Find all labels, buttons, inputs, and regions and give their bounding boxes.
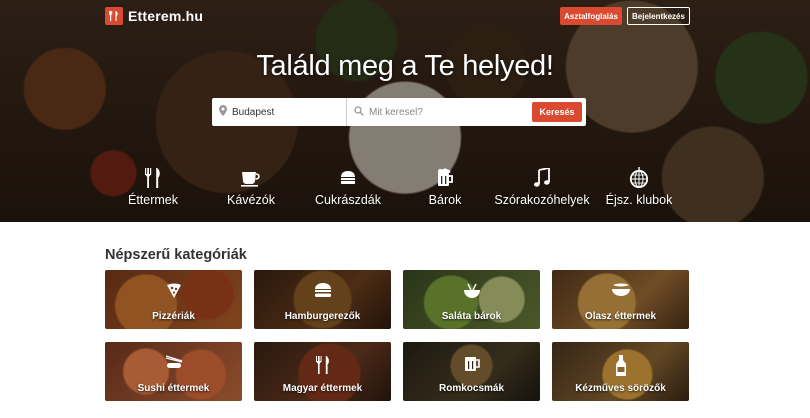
cake-icon (339, 166, 357, 190)
tile-sushi-restaurants[interactable]: Sushi éttermek (105, 342, 242, 401)
location-pin-icon (219, 103, 227, 121)
music-note-icon (533, 166, 551, 190)
category-label: Éttermek (127, 193, 178, 207)
category-bars[interactable]: Bárok (428, 166, 462, 207)
search-button[interactable]: Keresés (532, 102, 582, 122)
category-restaurants[interactable]: Éttermek (128, 166, 178, 207)
top-navigation: Etterem.hu Asztalfoglalás Bejelentkezés (0, 6, 810, 28)
login-button[interactable]: Bejelentkezés (627, 7, 690, 25)
search-placeholder: Mit keresel? (369, 106, 423, 118)
category-entertainment-venues[interactable]: Szórakozóhelyek (494, 166, 590, 207)
hero-headline: Találd meg a Te helyed! (256, 50, 554, 82)
tile-label: Hamburgerezők (284, 311, 361, 322)
popular-categories-title: Népszerű kategóriák (105, 247, 247, 263)
sushi-icon (164, 355, 184, 374)
category-label: Kávézók (227, 193, 275, 207)
category-pastry-shops[interactable]: Cukrászdák (315, 166, 381, 207)
tile-label: Magyar éttermek (282, 383, 363, 394)
coffee-cup-icon (240, 166, 262, 190)
tile-italian-restaurants[interactable]: Olasz éttermek (552, 270, 689, 329)
search-bar: Budapest Mit keresel? Keresés (212, 98, 586, 126)
category-label: Szórakozóhelyek (494, 193, 590, 207)
tile-label: Olasz éttermek (584, 311, 657, 322)
search-icon (354, 103, 364, 121)
site-logo[interactable]: Etterem.hu (105, 7, 203, 25)
tile-burger-joints[interactable]: Hamburgerezők (254, 270, 391, 329)
category-cafes[interactable]: Kávézók (227, 166, 275, 207)
tile-salad-bars[interactable]: Saláta bárok (403, 270, 540, 329)
fork-knife-icon (315, 355, 331, 380)
pasta-icon (611, 283, 631, 302)
table-reservation-button[interactable]: Asztalfoglalás (560, 7, 622, 25)
category-night-clubs[interactable]: Éjsz. klubok (605, 166, 673, 207)
tile-pizzerias[interactable]: Pizzériák (105, 270, 242, 329)
site-name: Etterem.hu (128, 8, 204, 24)
tile-ruin-bars[interactable]: Romkocsmák (403, 342, 540, 401)
tile-label: Romkocsmák (438, 383, 505, 394)
beer-bottle-icon (615, 355, 627, 382)
fork-knife-icon (105, 7, 123, 25)
tile-label: Sushi éttermek (137, 383, 210, 394)
pizza-icon (166, 283, 182, 304)
category-label: Bárok (428, 193, 462, 207)
beer-mug-icon (463, 355, 481, 378)
tile-craft-beer-pubs[interactable]: Kézműves sörözők (552, 342, 689, 401)
tile-label: Kézműves sörözők (575, 383, 666, 394)
category-nav: Éttermek Kávézók Cukrászdák Bárok Szórak… (0, 166, 810, 216)
salad-bowl-icon (463, 283, 481, 304)
tile-hungarian-restaurants[interactable]: Magyar éttermek (254, 342, 391, 401)
tile-label: Saláta bárok (441, 311, 502, 322)
hero-banner: Etterem.hu Asztalfoglalás Bejelentkezés … (0, 0, 810, 222)
burger-icon (314, 283, 332, 303)
tile-label: Pizzériák (152, 311, 195, 322)
category-label: Cukrászdák (315, 193, 381, 207)
fork-knife-icon (144, 166, 162, 190)
beer-mug-icon (435, 166, 455, 190)
disco-ball-icon (629, 166, 649, 190)
search-input[interactable]: Mit keresel? Keresés (347, 98, 586, 126)
location-value: Budapest (232, 106, 275, 118)
category-label: Éjsz. klubok (605, 193, 673, 207)
location-input[interactable]: Budapest (212, 98, 347, 126)
